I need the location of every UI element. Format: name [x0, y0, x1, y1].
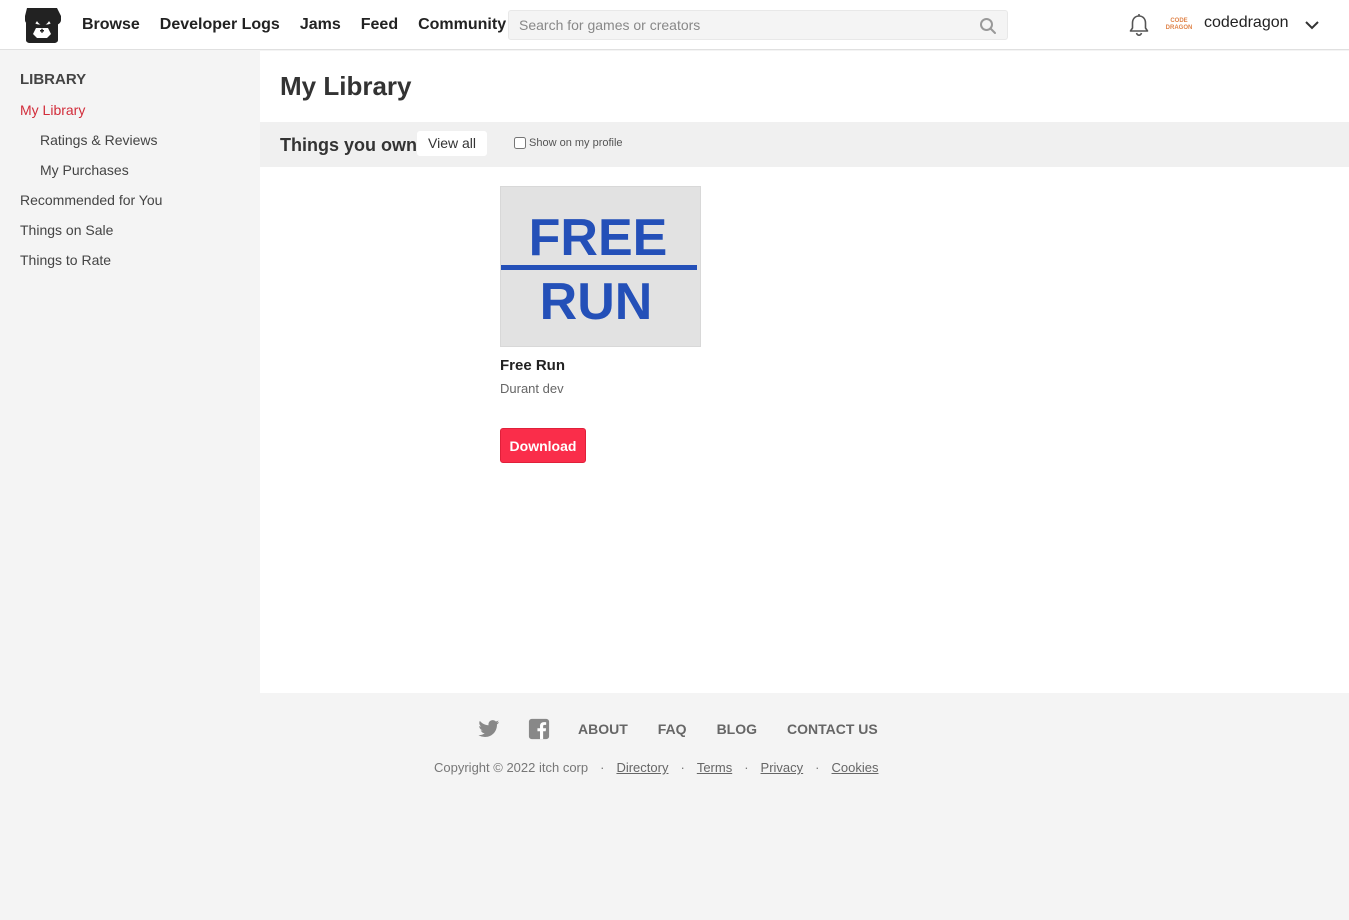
- search-icon[interactable]: [979, 17, 997, 35]
- show-on-profile-label: Show on my profile: [529, 137, 623, 149]
- sidebar-title: LIBRARY: [20, 71, 87, 88]
- sidebar-item-ratings-reviews[interactable]: Ratings & Reviews: [40, 132, 158, 148]
- top-header: Browse Developer Logs Jams Feed Communit…: [0, 0, 1349, 50]
- sidebar-item-my-purchases[interactable]: My Purchases: [40, 162, 129, 178]
- nav-feed[interactable]: Feed: [361, 16, 398, 34]
- main-nav: Browse Developer Logs Jams Feed Communit…: [82, 0, 526, 50]
- avatar[interactable]: CODE DRAGON: [1165, 12, 1193, 38]
- section-header: Things you own View all Show on my profi…: [260, 122, 1349, 167]
- nav-jams[interactable]: Jams: [300, 16, 341, 34]
- avatar-text-top: CODE: [1170, 18, 1188, 24]
- show-on-profile-toggle[interactable]: Show on my profile: [514, 137, 623, 149]
- game-title[interactable]: Free Run: [500, 357, 565, 374]
- library-sidebar: LIBRARY My Library Ratings & Reviews My …: [0, 51, 260, 920]
- notifications-bell-icon[interactable]: [1128, 13, 1150, 37]
- cover-divider: [501, 265, 697, 270]
- download-button[interactable]: Download: [500, 428, 586, 463]
- footer-directory-link[interactable]: Directory: [616, 760, 668, 775]
- footer-privacy-link[interactable]: Privacy: [761, 760, 804, 775]
- separator-dot: ·: [600, 760, 605, 775]
- twitter-icon[interactable]: [478, 718, 500, 740]
- sidebar-item-recommended[interactable]: Recommended for You: [20, 192, 162, 208]
- nav-community[interactable]: Community: [418, 16, 506, 34]
- avatar-text-bottom: DRAGON: [1165, 25, 1193, 31]
- chevron-down-icon[interactable]: [1304, 17, 1320, 33]
- username[interactable]: codedragon: [1204, 14, 1289, 32]
- section-title: Things you own: [280, 135, 417, 155]
- cover-text-free: FREE: [529, 209, 668, 267]
- sidebar-item-things-to-rate[interactable]: Things to Rate: [20, 252, 111, 268]
- footer-about-link[interactable]: ABOUT: [578, 721, 628, 737]
- footer-terms-link[interactable]: Terms: [697, 760, 732, 775]
- separator-dot: ·: [744, 760, 749, 775]
- game-author[interactable]: Durant dev: [500, 381, 564, 396]
- separator-dot: ·: [680, 760, 685, 775]
- free-run-cover-art: FREE RUN: [501, 209, 697, 331]
- search-input[interactable]: [509, 11, 1007, 39]
- cover-text-run: RUN: [540, 273, 653, 331]
- separator-dot: ·: [815, 760, 820, 775]
- show-on-profile-checkbox[interactable]: [514, 137, 526, 149]
- sidebar-item-things-on-sale[interactable]: Things on Sale: [20, 222, 113, 238]
- game-thumbnail[interactable]: FREE RUN: [500, 186, 701, 347]
- facebook-icon[interactable]: [528, 718, 550, 740]
- search-box: [508, 10, 1008, 40]
- footer-copyright: Copyright © 2022 itch corp · Directory ·…: [434, 760, 878, 775]
- footer-cookies-link[interactable]: Cookies: [832, 760, 879, 775]
- main-content: My Library Things you own View all Show …: [260, 51, 1349, 693]
- footer-contact-link[interactable]: CONTACT US: [787, 721, 878, 737]
- view-all-button[interactable]: View all: [417, 131, 487, 156]
- itch-logo-icon[interactable]: [22, 6, 62, 44]
- page-title: My Library: [280, 71, 412, 101]
- nav-browse[interactable]: Browse: [82, 16, 140, 34]
- copyright-text: Copyright © 2022 itch corp: [434, 760, 589, 775]
- footer-faq-link[interactable]: FAQ: [658, 721, 687, 737]
- sidebar-item-my-library[interactable]: My Library: [20, 102, 85, 118]
- footer-blog-link[interactable]: BLOG: [717, 721, 757, 737]
- footer-links: ABOUT FAQ BLOG CONTACT US: [478, 716, 908, 742]
- nav-developer-logs[interactable]: Developer Logs: [160, 16, 280, 34]
